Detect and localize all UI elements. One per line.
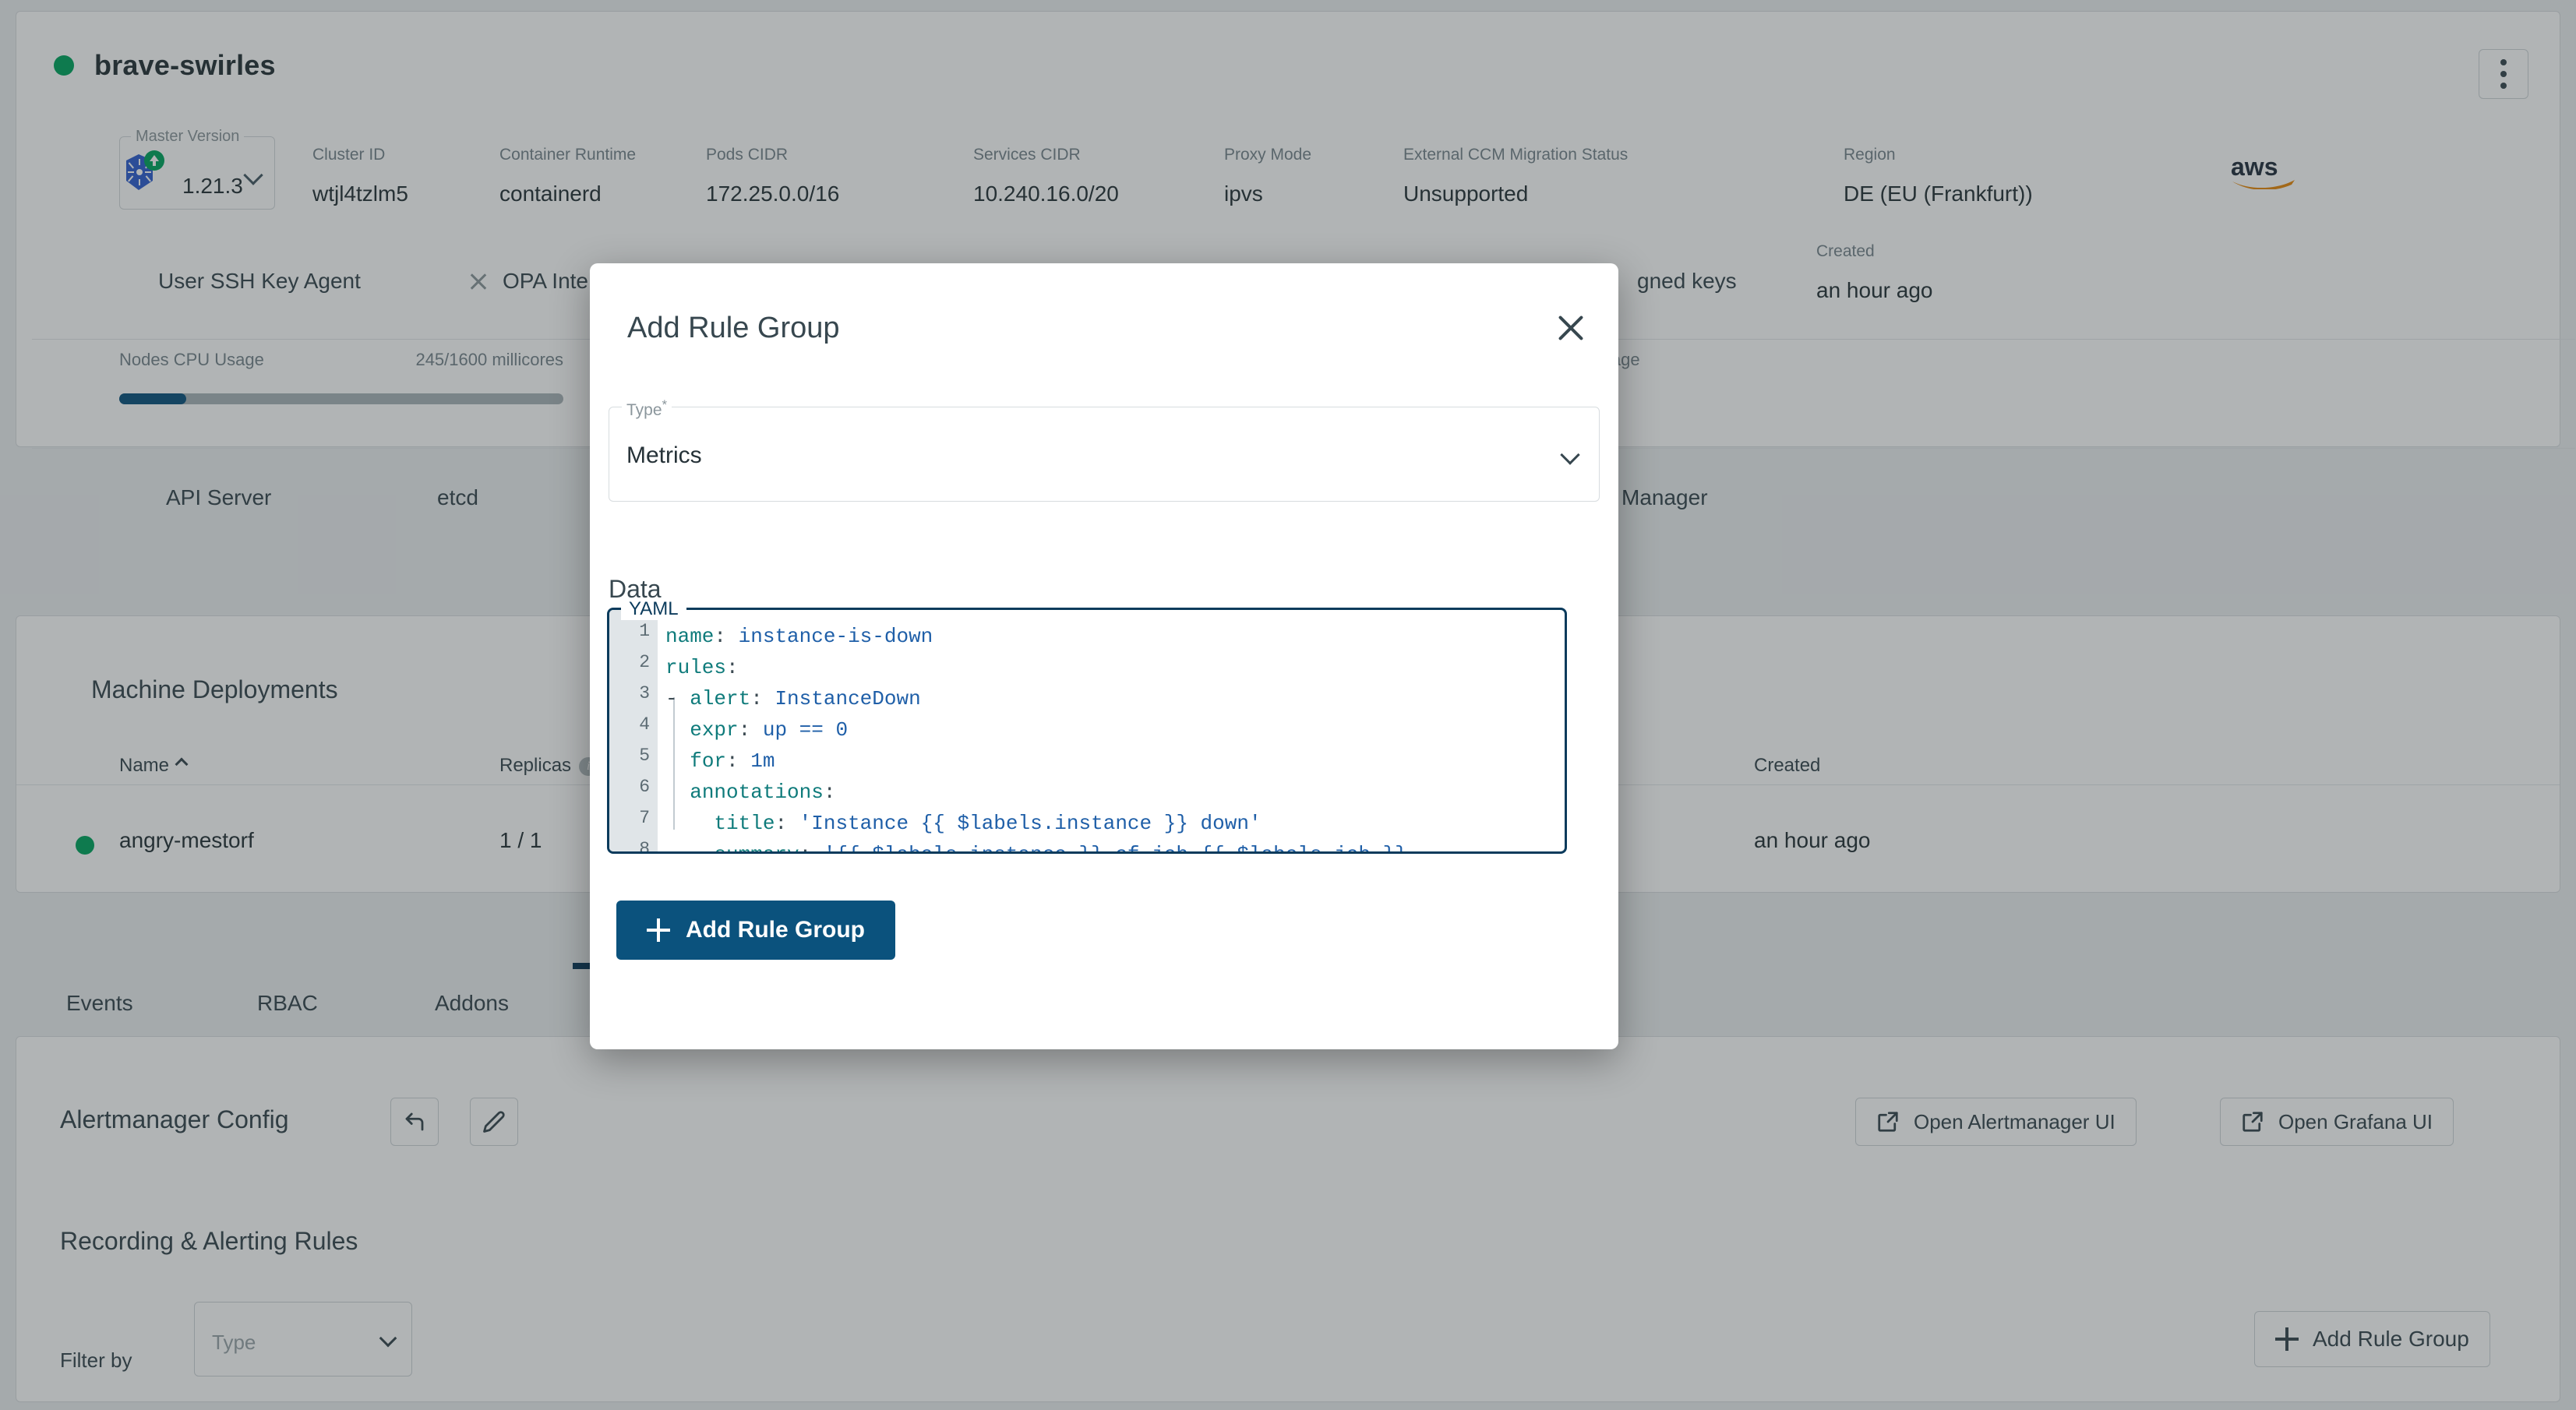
type-label: Type* <box>622 397 672 420</box>
submit-label: Add Rule Group <box>686 917 865 943</box>
code-line: rules: <box>665 656 739 679</box>
line-number: 3 <box>639 683 650 703</box>
code-line: name: instance-is-down <box>665 625 933 648</box>
code-line: title: 'Instance {{ $labels.instance }} … <box>714 812 1262 835</box>
add-rule-group-dialog: Add Rule Group Type* Metrics Data YAML 1… <box>590 263 1618 1049</box>
line-number: 4 <box>639 714 650 735</box>
code-line: summary: '{{ $labels.instance }} of job … <box>665 839 1565 851</box>
code-line: - alert: InstanceDown <box>665 687 921 710</box>
code-line: expr: up == 0 <box>690 718 849 742</box>
line-number: 6 <box>639 777 650 797</box>
line-number: 7 <box>639 808 650 828</box>
line-number: 8 <box>639 839 650 854</box>
line-number: 5 <box>639 746 650 766</box>
type-value: Metrics <box>626 442 702 468</box>
code-line: for: 1m <box>690 749 775 773</box>
submit-add-rule-group-button[interactable]: Add Rule Group <box>616 901 895 960</box>
dialog-title: Add Rule Group <box>627 312 840 344</box>
code-line: annotations: <box>690 781 836 804</box>
yaml-editor[interactable]: 1 2 3 4 5 6 7 8 name: instance-is-down rules: - a… <box>607 608 1567 854</box>
close-icon[interactable] <box>1554 312 1587 344</box>
editor-code-area[interactable]: name: instance-is-down rules: - alert: Ins… <box>665 610 1565 851</box>
line-number: 2 <box>639 652 650 672</box>
screen: brave-swirles Master Version 1.21.3 Clus… <box>0 0 2576 1410</box>
yaml-editor-legend: YAML <box>621 598 686 620</box>
type-select[interactable]: Type* Metrics <box>609 397 1600 502</box>
plus-icon <box>647 918 670 942</box>
line-number: 1 <box>639 621 650 641</box>
chevron-down-icon <box>1560 445 1580 465</box>
editor-line-number-gutter: 1 2 3 4 5 6 7 8 <box>609 610 658 851</box>
